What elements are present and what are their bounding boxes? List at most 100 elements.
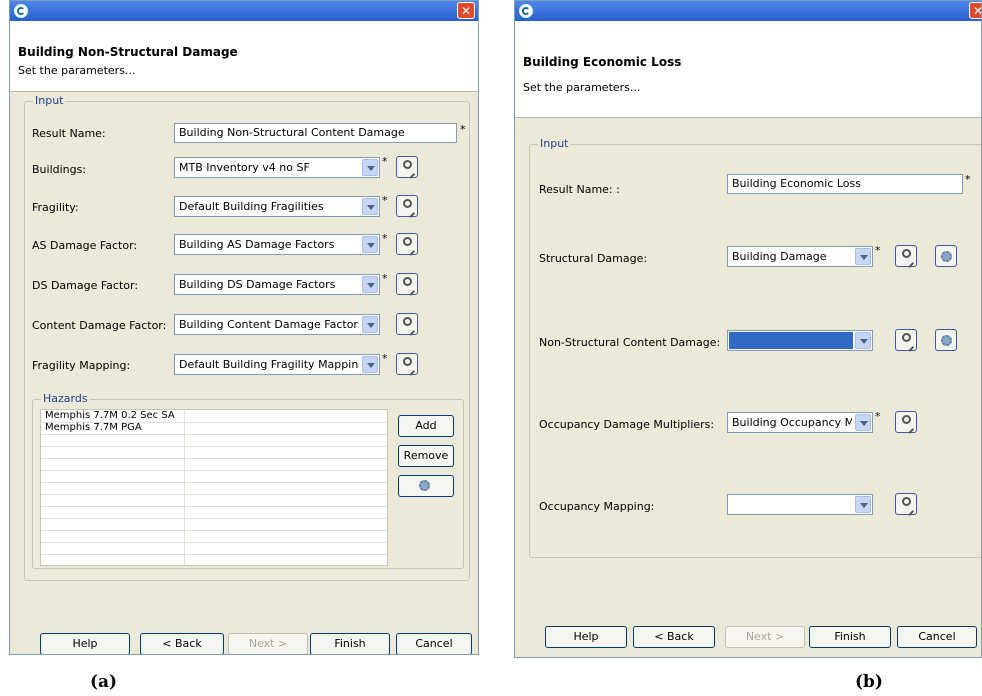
- magnifier-icon: [403, 237, 412, 246]
- hazard-name: Memphis 7.7M PGA: [45, 422, 142, 433]
- gear-icon: [941, 335, 952, 346]
- ds-damage-factor-select[interactable]: Building DS Damage Factors: [174, 274, 380, 295]
- required-mark: *: [382, 272, 388, 285]
- chevron-down-icon[interactable]: [362, 236, 378, 253]
- wizard-header: Building Economic Loss Set the parameter…: [515, 21, 981, 118]
- help-button[interactable]: Help: [545, 626, 627, 648]
- help-button[interactable]: Help: [40, 633, 130, 654]
- occupancy-multipliers-label: Occupancy Damage Multipliers:: [539, 418, 715, 431]
- chevron-down-icon[interactable]: [362, 356, 378, 373]
- magnifier-icon: [403, 317, 412, 326]
- wizard-header: Building Non-Structural Damage Set the p…: [10, 21, 478, 92]
- hazards-label: Hazards: [41, 392, 90, 405]
- chevron-down-icon[interactable]: [855, 414, 871, 431]
- chevron-down-icon[interactable]: [362, 316, 378, 333]
- required-mark: *: [875, 244, 881, 257]
- group-label: Input: [33, 94, 66, 107]
- caption-b: (b): [855, 672, 883, 692]
- chevron-down-icon[interactable]: [362, 198, 378, 215]
- back-button[interactable]: < Back: [633, 626, 715, 648]
- finish-button[interactable]: Finish: [310, 633, 390, 654]
- app-logo-icon: [14, 4, 28, 18]
- magnifier-icon: [902, 415, 911, 424]
- buildings-value: MTB Inventory v4 no SF: [179, 161, 310, 174]
- browse-ds-damage-button[interactable]: [396, 273, 418, 295]
- structural-damage-label: Structural Damage:: [539, 252, 648, 265]
- result-name-label: Result Name: :: [539, 183, 620, 196]
- browse-as-damage-button[interactable]: [396, 233, 418, 255]
- content-damage-factor-value: Building Content Damage Factors: [179, 318, 359, 331]
- magnifier-icon: [902, 497, 911, 506]
- fragility-mapping-label: Fragility Mapping:: [32, 359, 131, 372]
- browse-occupancy-mapping-button[interactable]: [895, 493, 917, 515]
- nonstructural-damage-settings-button[interactable]: [935, 329, 957, 351]
- page-subtitle: Set the parameters...: [18, 64, 136, 77]
- result-name-field[interactable]: Building Non-Structural Content Damage: [174, 123, 457, 143]
- back-button[interactable]: < Back: [140, 633, 224, 654]
- cancel-button[interactable]: Cancel: [897, 626, 977, 648]
- fragility-mapping-value: Default Building Fragility Mapping: [179, 358, 359, 371]
- required-mark: *: [382, 194, 388, 207]
- title-bar: ✕: [10, 1, 478, 21]
- chevron-down-icon[interactable]: [855, 332, 871, 349]
- dialog-nonstructural-damage: ✕ Building Non-Structural Damage Set the…: [9, 0, 479, 655]
- browse-fragility-mapping-button[interactable]: [396, 353, 418, 375]
- fragility-mapping-select[interactable]: Default Building Fragility Mapping: [174, 354, 380, 375]
- app-logo-icon: [519, 4, 533, 18]
- browse-content-damage-button[interactable]: [396, 313, 418, 335]
- hazards-table[interactable]: Memphis 7.7M 0.2 Sec SA Memphis 7.7M PGA: [40, 409, 388, 566]
- result-name-field[interactable]: Building Economic Loss: [727, 174, 963, 194]
- close-button[interactable]: ✕: [457, 2, 475, 19]
- add-hazard-button[interactable]: Add: [398, 415, 454, 437]
- page-title: Building Non-Structural Damage: [18, 45, 238, 59]
- result-name-label: Result Name:: [32, 127, 106, 140]
- occupancy-multipliers-select[interactable]: Building Occupancy Mul: [727, 412, 873, 433]
- table-row: [41, 542, 387, 555]
- next-button[interactable]: Next >: [228, 633, 308, 654]
- as-damage-factor-value: Building AS Damage Factors: [179, 238, 335, 251]
- content-damage-factor-label: Content Damage Factor:: [32, 319, 167, 332]
- chevron-down-icon[interactable]: [855, 496, 871, 513]
- browse-structural-damage-button[interactable]: [895, 245, 917, 267]
- occupancy-multipliers-value: Building Occupancy Mul: [732, 416, 852, 429]
- chevron-down-icon[interactable]: [855, 248, 871, 265]
- finish-button[interactable]: Finish: [809, 626, 891, 648]
- buildings-select[interactable]: MTB Inventory v4 no SF: [174, 157, 380, 178]
- remove-hazard-button[interactable]: Remove: [398, 445, 454, 467]
- as-damage-factor-select[interactable]: Building AS Damage Factors: [174, 234, 380, 255]
- structural-damage-settings-button[interactable]: [935, 245, 957, 267]
- fragility-select[interactable]: Default Building Fragilities: [174, 196, 380, 217]
- title-bar: ✕: [515, 1, 981, 21]
- fragility-label: Fragility:: [32, 201, 79, 214]
- as-damage-factor-label: AS Damage Factor:: [32, 239, 138, 252]
- browse-occupancy-multipliers-button[interactable]: [895, 411, 917, 433]
- magnifier-icon: [403, 199, 412, 208]
- chevron-down-icon[interactable]: [362, 276, 378, 293]
- magnifier-icon: [403, 277, 412, 286]
- next-button[interactable]: Next >: [725, 626, 805, 648]
- magnifier-icon: [403, 160, 412, 169]
- cancel-button[interactable]: Cancel: [396, 633, 472, 654]
- nonstructural-damage-select[interactable]: [727, 330, 873, 351]
- browse-buildings-button[interactable]: [396, 156, 418, 178]
- occupancy-mapping-select[interactable]: [727, 494, 873, 515]
- required-mark: *: [460, 123, 466, 136]
- nonstructural-damage-label: Non-Structural Content Damage:: [539, 336, 721, 349]
- hazard-settings-button[interactable]: [398, 475, 454, 497]
- buildings-label: Buildings:: [32, 163, 87, 176]
- ds-damage-factor-label: DS Damage Factor:: [32, 279, 139, 292]
- caption-a: (a): [90, 672, 118, 692]
- page-subtitle: Set the parameters...: [523, 81, 641, 94]
- browse-fragility-button[interactable]: [396, 195, 418, 217]
- occupancy-mapping-label: Occupancy Mapping:: [539, 500, 655, 513]
- content-damage-factor-select[interactable]: Building Content Damage Factors: [174, 314, 380, 335]
- required-mark: *: [382, 232, 388, 245]
- structural-damage-value: Building Damage: [732, 250, 827, 263]
- chevron-down-icon[interactable]: [362, 159, 378, 176]
- close-button[interactable]: ✕: [969, 2, 981, 19]
- browse-nonstructural-damage-button[interactable]: [895, 329, 917, 351]
- page-title: Building Economic Loss: [523, 55, 682, 69]
- group-label: Input: [538, 137, 571, 150]
- required-mark: *: [382, 155, 388, 168]
- structural-damage-select[interactable]: Building Damage: [727, 246, 873, 267]
